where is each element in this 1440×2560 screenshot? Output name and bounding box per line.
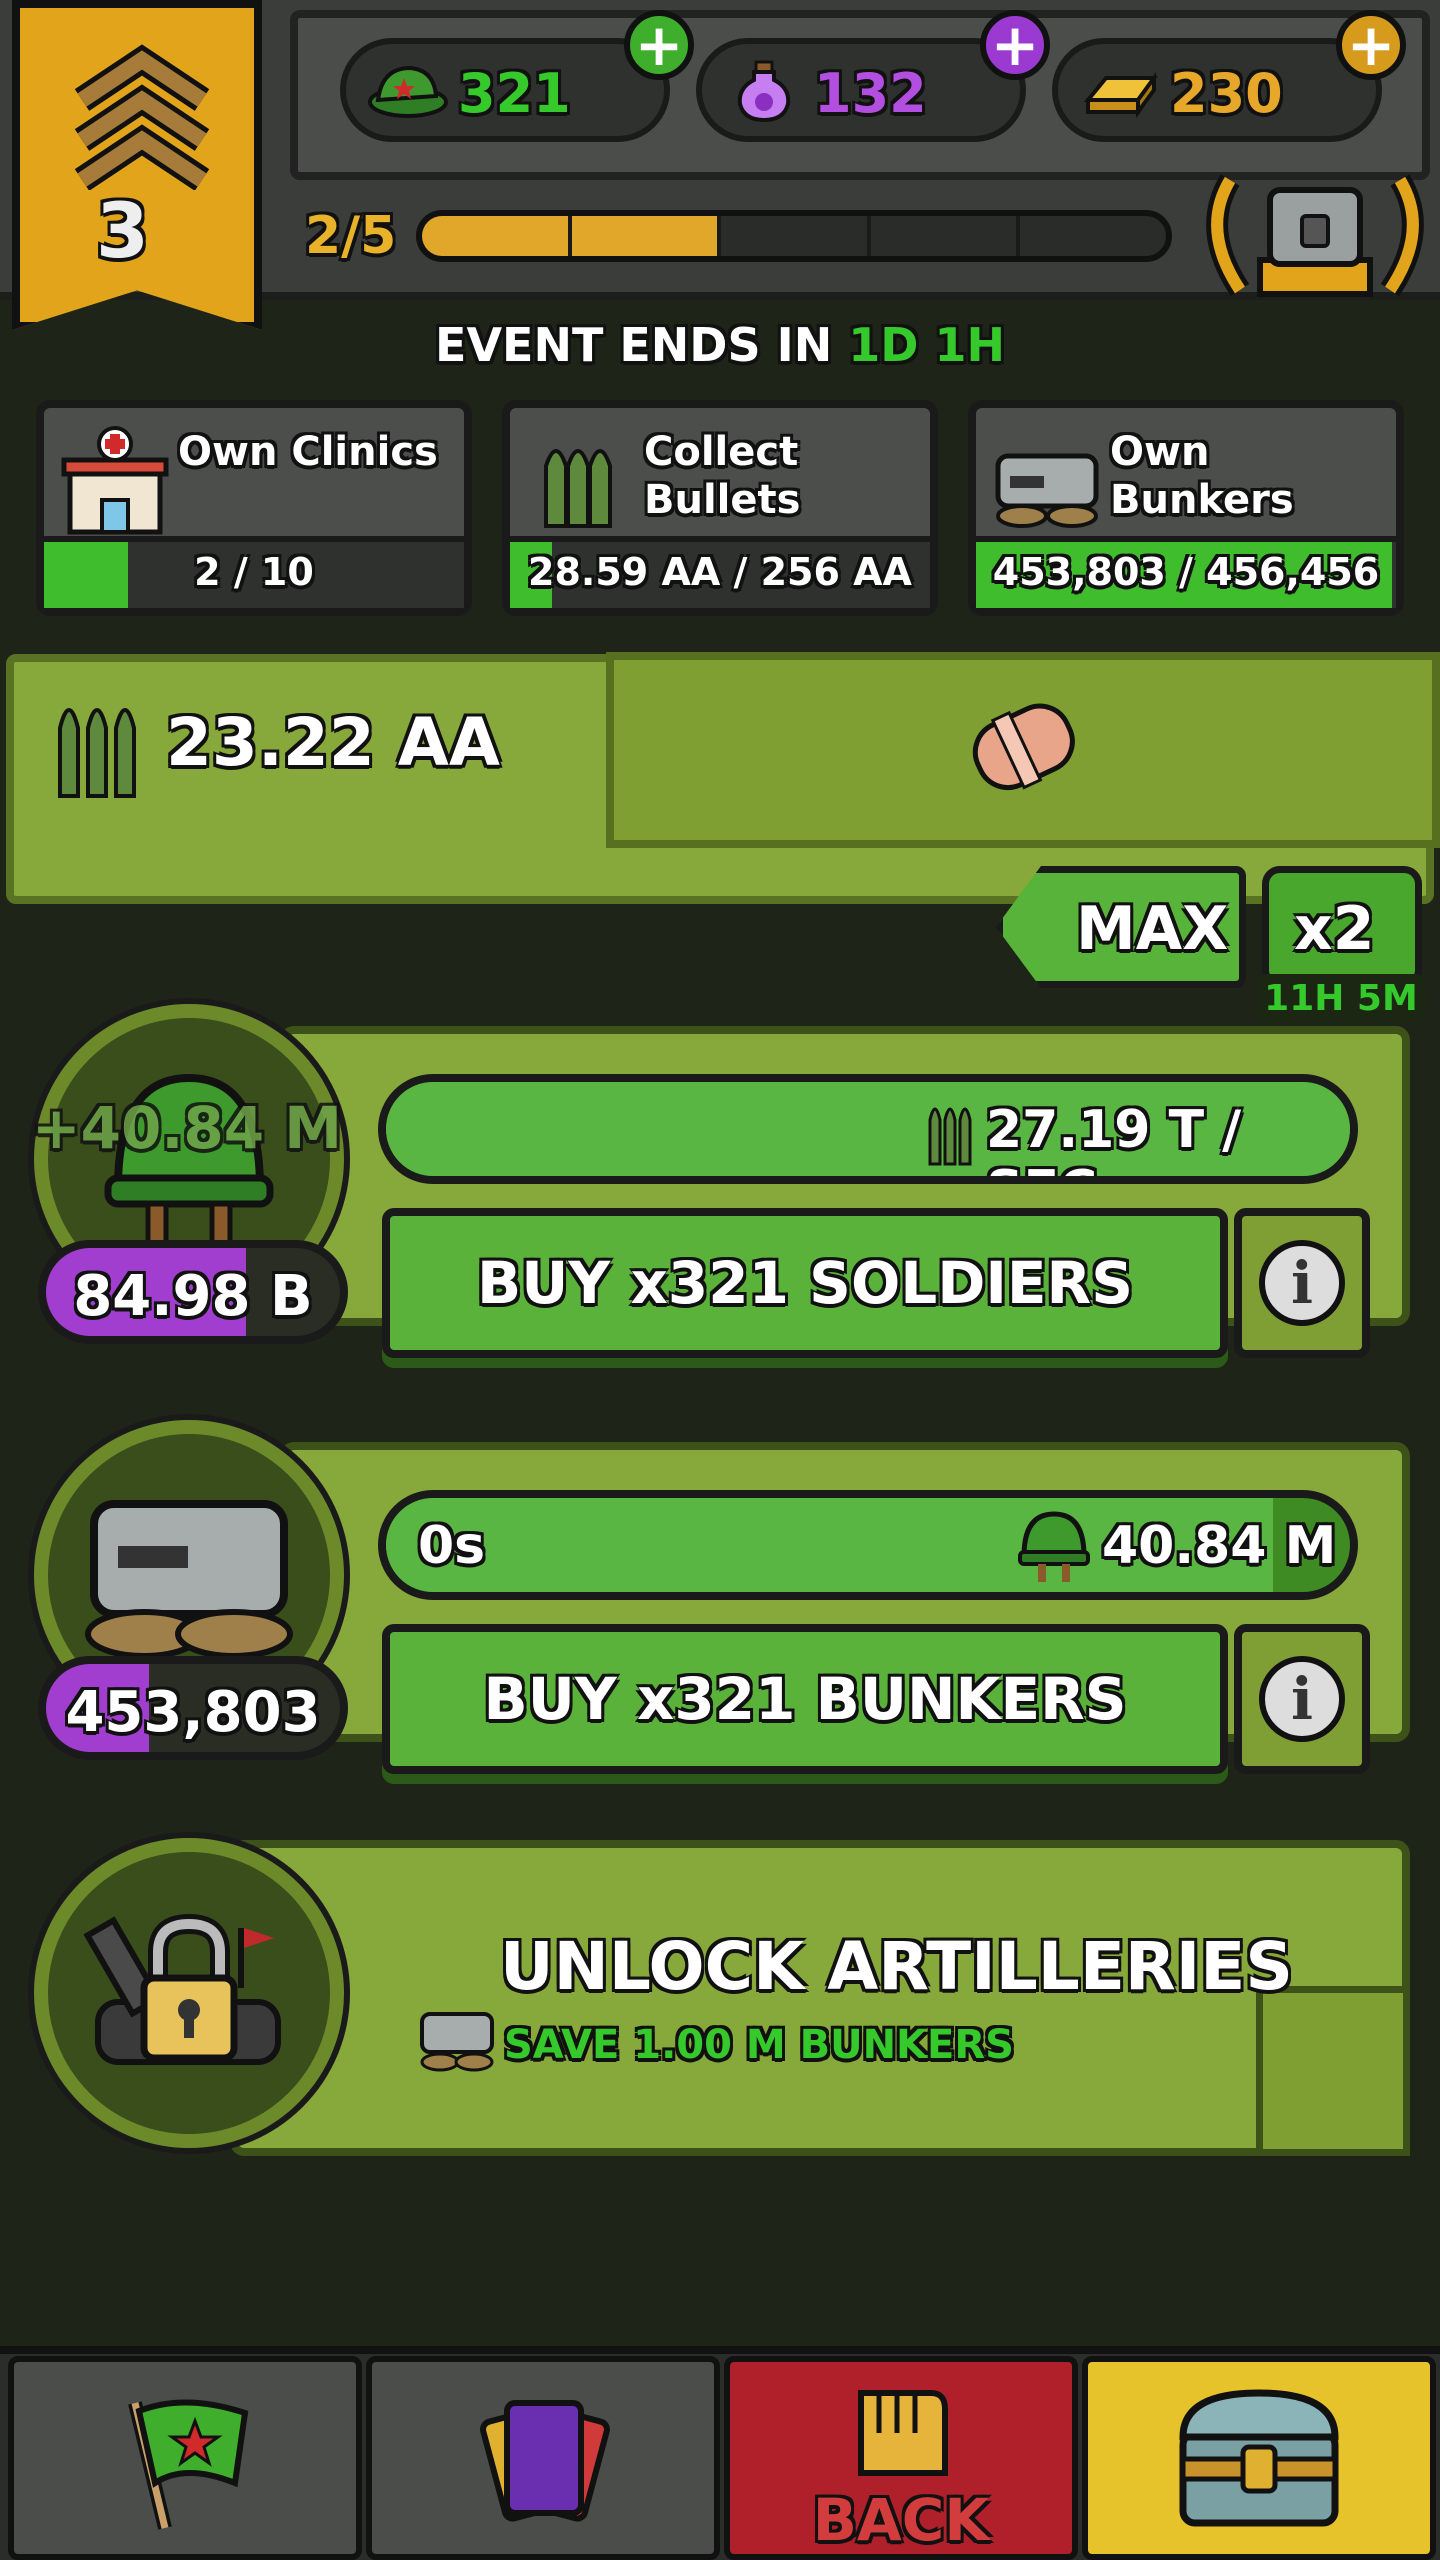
bunkers-price: 453,803 xyxy=(38,1656,348,1760)
soldiers-currency[interactable]: 321 xyxy=(340,38,670,142)
add-potions-button[interactable]: + xyxy=(980,10,1050,80)
potions-currency[interactable]: 132 xyxy=(696,38,1026,142)
potion-icon xyxy=(737,60,791,122)
soldier-cap-icon xyxy=(368,65,448,118)
quest-title: Own Bunkers xyxy=(1110,429,1294,523)
progress-segment xyxy=(871,216,1021,256)
quest-own-clinics[interactable]: Own Clinics 2 / 10 xyxy=(36,400,472,616)
sergeant-chevron-icon xyxy=(74,44,210,190)
unlock-title: UNLOCK ARTILLERIES xyxy=(500,1928,1293,2005)
rank-level: 3 xyxy=(96,186,149,275)
soldier-rate: 27.19 T / SEC xyxy=(986,1100,1242,1176)
quest-progress-bar: 2 / 10 xyxy=(44,536,464,608)
back-label: BACK xyxy=(812,2486,990,2554)
soldiers-info-button[interactable]: i xyxy=(1234,1208,1370,1358)
quest-progress-bar: 453,803 / 456,456 xyxy=(976,536,1396,608)
quest-title: Own Clinics xyxy=(178,429,438,475)
nav-missions-tab[interactable] xyxy=(8,2356,362,2560)
clinic-icon xyxy=(61,426,169,535)
soldiers-count: 321 xyxy=(458,62,571,125)
progress-segment xyxy=(1020,216,1166,256)
x2-boost-timer: 11H 5M xyxy=(1256,974,1426,1022)
event-days: 1D xyxy=(848,318,919,372)
bandage-icon xyxy=(972,703,1075,791)
cards-icon xyxy=(480,2400,610,2522)
nav-chest-tab[interactable] xyxy=(1082,2356,1436,2560)
add-soldiers-button[interactable]: + xyxy=(624,10,694,80)
progress-bar xyxy=(416,210,1172,262)
artillery-circle xyxy=(34,1838,344,2148)
fist-icon xyxy=(858,2390,948,2476)
helmet-icon xyxy=(1018,1511,1090,1582)
bunker-timer: 0s xyxy=(418,1516,486,1576)
bunker-icon xyxy=(420,2012,494,2072)
bullets-icon xyxy=(928,1107,972,1166)
bullets-icon xyxy=(544,449,612,528)
event-prefix: EVENT ENDS IN xyxy=(435,318,833,372)
add-gold-button[interactable]: + xyxy=(1336,10,1406,80)
progress-segment xyxy=(571,216,722,256)
gold-count: 230 xyxy=(1170,62,1283,125)
unlock-requirement: SAVE 1.00 M BUNKERS xyxy=(504,2022,1014,2068)
soldier-rate-bar: 27.19 T / SEC xyxy=(378,1074,1358,1184)
progress-segment xyxy=(422,216,572,256)
quest-progress-value: 453,803 / 456,456 xyxy=(992,550,1380,594)
nav-cards-tab[interactable] xyxy=(366,2356,720,2560)
progress-label: 2/5 xyxy=(305,206,397,266)
info-icon: i xyxy=(1259,1656,1345,1742)
quest-collect-bullets[interactable]: Collect Bullets 28.59 AA / 256 AA xyxy=(502,400,938,616)
treasure-chest-icon xyxy=(1179,2389,1339,2527)
gold-bar-icon xyxy=(1083,71,1158,119)
bunker-output: 40.84 M xyxy=(1102,1516,1337,1576)
progress-segment xyxy=(721,216,871,256)
quest-progress-value: 2 / 10 xyxy=(194,550,314,594)
buy-soldiers-button[interactable]: BUY x321 SOLDIERS xyxy=(382,1208,1228,1358)
quest-progress-bar: 28.59 AA / 256 AA xyxy=(510,536,930,608)
soldiers-price-value: 84.98 B xyxy=(73,1264,313,1329)
ammo-total: 23.22 AA xyxy=(166,704,500,781)
bunker-output-bar: 0s 40.84 M xyxy=(378,1490,1358,1600)
gold-currency[interactable]: 230 xyxy=(1052,38,1382,142)
bunker-icon xyxy=(995,453,1099,528)
quest-progress-value: 28.59 AA / 256 AA xyxy=(528,550,912,594)
event-hours: 1H xyxy=(934,318,1005,372)
info-icon: i xyxy=(1259,1240,1345,1326)
potions-count: 132 xyxy=(814,62,927,125)
soldiers-price: 84.98 B xyxy=(38,1240,348,1344)
floating-gain: +40.84 M xyxy=(32,1094,342,1162)
locked-chest-icon[interactable] xyxy=(1200,160,1430,310)
bunkers-info-button[interactable]: i xyxy=(1234,1624,1370,1774)
quest-own-bunkers[interactable]: Own Bunkers 453,803 / 456,456 xyxy=(968,400,1404,616)
quest-title: Collect Bullets xyxy=(644,429,801,523)
flag-icon xyxy=(128,2399,249,2530)
event-timer: EVENT ENDS IN 1D 1H xyxy=(0,318,1440,372)
buy-bunkers-button[interactable]: BUY x321 BUNKERS xyxy=(382,1624,1228,1774)
x2-label: x2 xyxy=(1294,894,1375,964)
bullets-icon xyxy=(58,708,136,798)
locked-artillery-icon xyxy=(83,1913,281,2065)
unlock-slot xyxy=(1256,1986,1410,2156)
bunkers-price-value: 453,803 xyxy=(65,1680,321,1745)
max-label: MAX xyxy=(1076,894,1229,964)
